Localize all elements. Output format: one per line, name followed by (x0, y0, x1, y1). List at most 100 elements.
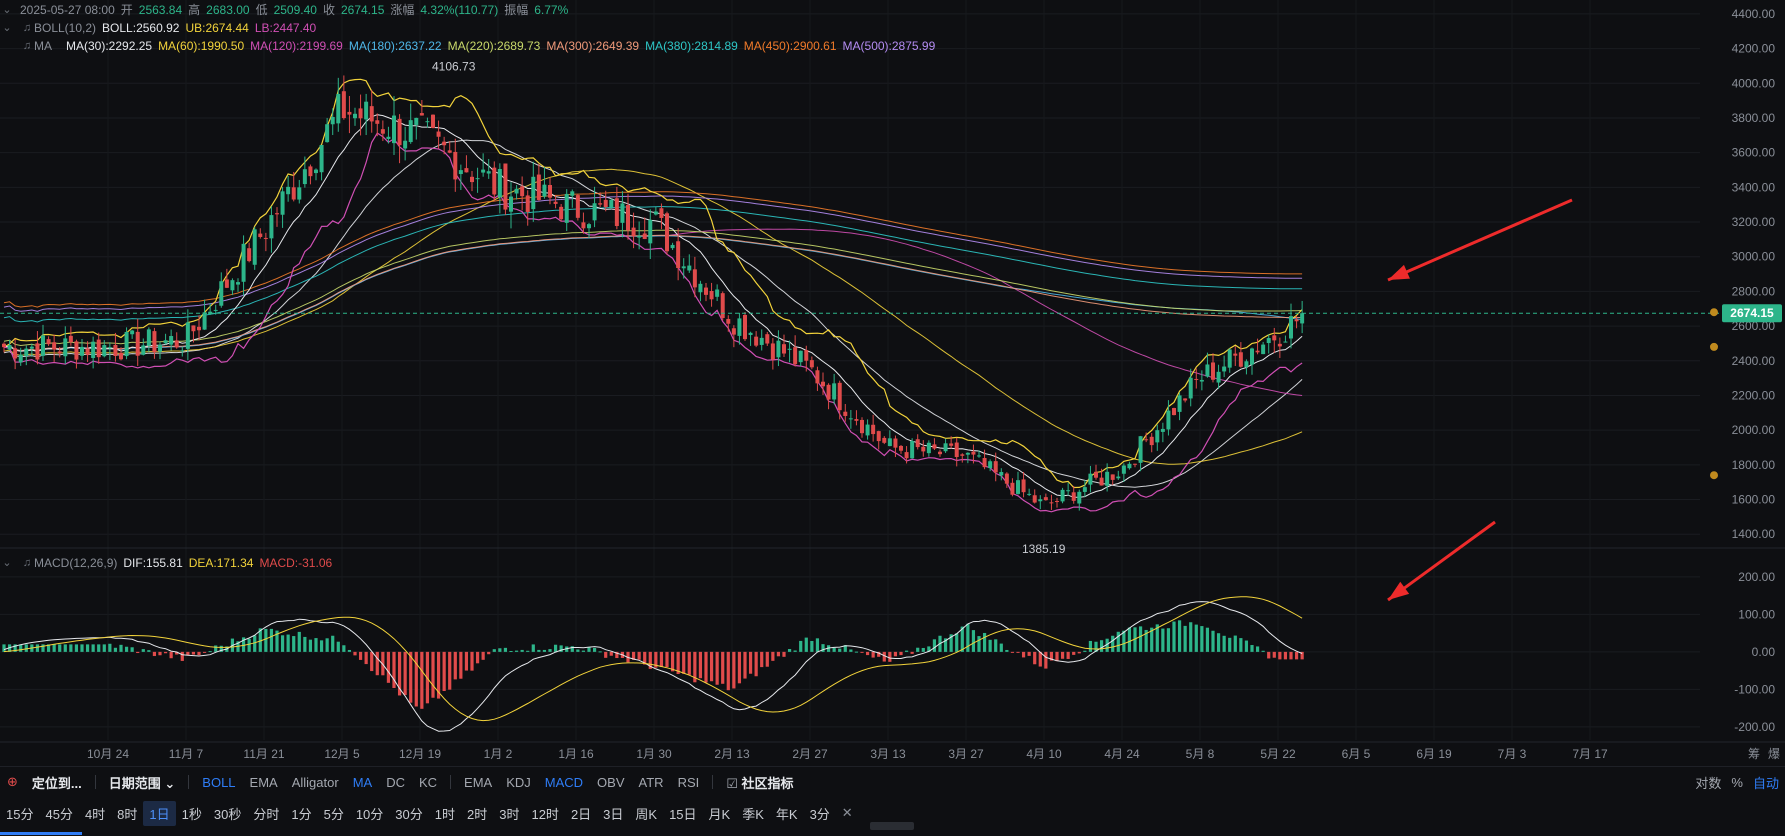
macd-bar (793, 650, 797, 652)
interval-button[interactable]: 周K (629, 801, 663, 826)
interval-button[interactable]: 2时 (461, 801, 493, 826)
macd-bar (314, 638, 318, 652)
macd-bar (1244, 640, 1249, 652)
x-tick-label: 1月 2 (484, 747, 513, 761)
interval-button[interactable]: 分时 (247, 801, 285, 826)
indicator-boll-button[interactable]: BOLL (195, 775, 242, 790)
candle (770, 343, 775, 360)
boll-name[interactable]: BOLL(10,2) (34, 20, 96, 36)
bell-icon[interactable]: ♫ (20, 38, 34, 54)
macd-bar (1077, 651, 1081, 654)
macd-bar (1228, 637, 1232, 652)
candle (96, 339, 101, 358)
interval-button[interactable]: 3分 (804, 801, 836, 826)
interval-button[interactable]: 4时 (79, 801, 111, 826)
interval-button[interactable]: 1日 (143, 800, 176, 826)
interval-button[interactable]: 45分 (39, 801, 78, 826)
macd-name[interactable]: MACD(12,26,9) (34, 555, 117, 571)
indicator-ma-button[interactable]: MA (346, 775, 380, 790)
collapse-icon[interactable]: ⌄ (0, 20, 14, 36)
macd-bar (1183, 625, 1187, 652)
macd-bar (208, 651, 212, 653)
interval-button[interactable]: 15分 (0, 801, 39, 826)
interval-button[interactable]: 3时 (493, 801, 525, 826)
candle (642, 233, 647, 240)
candle (308, 166, 313, 177)
interval-button[interactable]: 1分 (285, 801, 317, 826)
macd-bar (498, 648, 502, 652)
candle (815, 370, 820, 384)
candle (1261, 344, 1266, 355)
indicator-ema-button[interactable]: EMA (457, 775, 499, 790)
candle (135, 331, 140, 356)
interval-button[interactable]: 2日 (565, 801, 597, 826)
candle (1177, 395, 1182, 412)
interval-button[interactable]: 30分 (389, 801, 428, 826)
macd-bar (520, 649, 524, 652)
macd-bar (1172, 621, 1176, 652)
community-indicators-button[interactable]: ☑ 社区指标 (719, 773, 800, 792)
bell-icon[interactable]: ♫ (20, 20, 34, 36)
collapse-icon[interactable]: ⌄ (0, 555, 14, 571)
candle (497, 168, 502, 198)
macd-bar (1205, 627, 1210, 652)
interval-button[interactable]: 30秒 (208, 801, 247, 826)
macd-bar (531, 644, 535, 652)
candle (1238, 352, 1243, 367)
indicator-kdj-button[interactable]: KDJ (499, 775, 538, 790)
indicator-ema-button[interactable]: EMA (243, 775, 285, 790)
macd-bar (269, 628, 274, 652)
macd-bar (1161, 628, 1165, 652)
interval-button[interactable]: 3日 (597, 801, 629, 826)
chart-canvas[interactable]: 1400.00 1600.00 1800.00 2000.00 2200.00 2400.… (0, 0, 1785, 836)
locate-button[interactable]: 定位到... (25, 773, 89, 792)
interval-button[interactable]: 1时 (429, 801, 461, 826)
macd-bar (1189, 622, 1193, 652)
macd-bar (1060, 651, 1065, 659)
indicator-dc-button[interactable]: DC (379, 775, 412, 790)
candle (759, 337, 764, 345)
close-icon[interactable]: ✕ (836, 802, 859, 824)
macd-bar (41, 644, 45, 652)
macd-bar (921, 647, 925, 652)
scroll-handle[interactable] (870, 822, 914, 830)
interval-button[interactable]: 5分 (318, 801, 350, 826)
log-scale-button[interactable]: 对数 (1695, 773, 1721, 792)
candle (419, 113, 424, 116)
macd-bar (470, 651, 474, 671)
percent-scale-button[interactable]: % (1731, 775, 1743, 790)
interval-button[interactable]: 1秒 (176, 801, 208, 826)
ma-line (3, 228, 1303, 396)
interval-button[interactable]: 15日 (663, 801, 702, 826)
candle (843, 411, 848, 416)
macd-bar (1010, 651, 1015, 653)
macd-bar (670, 651, 675, 672)
interval-button[interactable]: 月K (703, 801, 737, 826)
interval-button[interactable]: 10分 (350, 801, 389, 826)
candle (191, 325, 196, 332)
locate-icon[interactable]: ⊕ (0, 774, 25, 790)
indicator-kc-button[interactable]: KC (412, 775, 444, 790)
candle (258, 233, 263, 237)
indicator-alligator-button[interactable]: Alligator (285, 775, 346, 790)
y-tick-label: 2200.00 (1732, 388, 1776, 402)
candle (542, 184, 547, 197)
bell-icon[interactable]: ♫ (20, 555, 34, 571)
collapse-icon[interactable]: ⌄ (0, 2, 14, 18)
macd-bar (353, 651, 357, 656)
indicator-obv-button[interactable]: OBV (590, 775, 631, 790)
macd-bar (1005, 649, 1009, 652)
interval-button[interactable]: 年K (770, 801, 804, 826)
indicator-atr-button[interactable]: ATR (632, 775, 671, 790)
indicator-macd-button[interactable]: MACD (538, 775, 590, 790)
macd-bar (1066, 651, 1070, 659)
ma-name[interactable]: MA (34, 38, 52, 54)
interval-button[interactable]: 8时 (111, 801, 143, 826)
candle (915, 439, 920, 448)
date-range-button[interactable]: 日期范围 ⌄ (102, 773, 183, 792)
indicator-rsi-button[interactable]: RSI (671, 775, 707, 790)
auto-scale-button[interactable]: 自动 (1753, 773, 1779, 792)
candle (882, 437, 887, 443)
interval-button[interactable]: 季K (736, 801, 770, 826)
interval-button[interactable]: 12时 (525, 801, 564, 826)
